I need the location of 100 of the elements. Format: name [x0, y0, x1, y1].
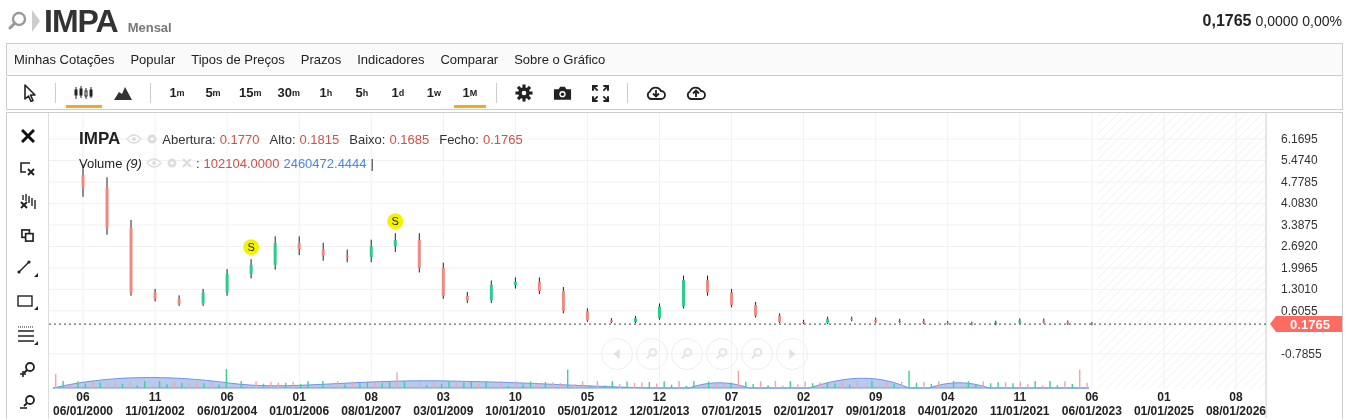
date-axis-label: 04/01/2020 [917, 404, 978, 418]
candlestick [249, 258, 253, 279]
month-axis-label: 02 [796, 390, 811, 404]
volume-value: 2460472.4444 [283, 155, 367, 171]
download-icon[interactable] [645, 85, 666, 101]
candlestick [1066, 319, 1070, 326]
date-axis-label: 03/01/2009 [413, 404, 474, 418]
candlestick [994, 320, 998, 326]
legend-label: Fecho: [439, 131, 479, 147]
price-axis-label: 4.7785 [1281, 174, 1318, 189]
signal-marker[interactable]: S [243, 239, 260, 256]
price-axis-label: 1.9965 [1281, 260, 1318, 275]
last-price-tag: 0.1765 [1270, 316, 1342, 333]
interval-button[interactable]: 1$^{m}$ [161, 78, 193, 108]
close-icon[interactable] [20, 128, 35, 143]
legend-value: 0.1765 [482, 131, 523, 147]
price-axis-label: 1.3010 [1281, 282, 1318, 297]
legend-label: Alto: [269, 131, 296, 147]
candlestick [177, 294, 181, 307]
interval-button[interactable]: 5$^{h}$ [345, 78, 378, 108]
menu-item[interactable]: Popular [130, 52, 176, 67]
candlestick [633, 315, 637, 324]
candlestick [1042, 318, 1046, 324]
text-cursor: | [370, 155, 374, 171]
candlestick [706, 275, 710, 297]
date-axis-label: 08/01/2026 [1205, 404, 1266, 418]
month-axis-label: 12 [652, 390, 667, 404]
month-axis-label: 06 [76, 390, 90, 404]
zoom-in-icon[interactable] [19, 360, 36, 377]
candlestick [369, 239, 373, 263]
candlestick [970, 321, 974, 326]
candlestick [393, 232, 397, 253]
candlestick [465, 291, 469, 304]
candlestick [489, 280, 493, 304]
period-label: Mensal [127, 19, 172, 35]
date-axis-label: 12/01/2013 [629, 404, 690, 418]
month-axis-label: 01 [1157, 390, 1171, 404]
upload-icon[interactable] [685, 85, 706, 101]
annotation: S [391, 215, 399, 228]
interval-button[interactable]: 1$^{d}$ [381, 78, 414, 108]
date-axis-label: 01/01/2006 [269, 404, 330, 418]
month-axis-label: 04 [941, 390, 955, 404]
horizontal-lines-icon[interactable] [16, 325, 39, 346]
candlestick [345, 249, 349, 263]
rectangle-tool-icon[interactable] [16, 293, 39, 312]
interval-button[interactable]: 1$^{M}$ [453, 78, 486, 108]
candlestick [609, 317, 613, 324]
date-axis-label: 10/01/2010 [485, 404, 546, 418]
menu-item[interactable]: Prazos [300, 52, 342, 67]
candlestick [898, 318, 902, 324]
price-axis-label: 0.6055 [1281, 303, 1318, 318]
price-axis-label: 2.6920 [1281, 239, 1318, 254]
price-axis-label: 5.4740 [1281, 153, 1318, 168]
month-axis-label: 11 [1013, 390, 1027, 404]
bars-remove-icon[interactable] [19, 194, 36, 211]
menu-item[interactable]: Comparar [440, 52, 499, 67]
candlestick [273, 235, 277, 271]
candlestick [201, 288, 205, 307]
price-change: 0,0000 [1255, 13, 1299, 29]
candlestick [778, 312, 782, 324]
month-axis-label: 09 [869, 390, 883, 404]
signal-marker[interactable]: S [387, 213, 404, 230]
fullscreen-icon[interactable] [591, 84, 609, 102]
legend-label: Baixo: [349, 131, 386, 147]
candlestick [802, 319, 806, 325]
month-axis-label: 05 [580, 390, 595, 404]
interval-button[interactable]: 15$^{m}$ [233, 78, 268, 108]
search-icon[interactable] [8, 11, 28, 31]
candlestick [754, 301, 758, 319]
menu-item[interactable]: Sobre o Gráfico [514, 52, 606, 67]
area-chart-icon [114, 85, 132, 100]
date-axis-label: 05/01/2012 [557, 404, 618, 418]
date-axis-label: 09/01/2018 [845, 404, 906, 418]
line-tool-icon[interactable] [16, 259, 39, 278]
price-axis-label: 3.3875 [1281, 217, 1318, 232]
menu-item[interactable]: Minhas Cotações [14, 52, 115, 67]
selection-remove-icon[interactable] [19, 162, 36, 176]
volume-label: Volume (9) [79, 155, 142, 171]
menu-item[interactable]: Indicadores [357, 52, 425, 67]
candlestick [850, 316, 854, 322]
magnifier-icon [750, 347, 764, 361]
clone-icon[interactable] [21, 229, 34, 243]
interval-button[interactable]: 1$^{w}$ [417, 78, 450, 108]
candlestick [225, 268, 229, 297]
interval-button[interactable]: 5$^{m}$ [197, 78, 229, 108]
zoom-out-icon[interactable] [19, 394, 36, 411]
percent-change: 0,00% [1302, 13, 1342, 29]
legend-label: Abertura: [162, 131, 216, 147]
camera-icon[interactable] [552, 85, 572, 101]
candlestick [417, 232, 421, 273]
settings-icon[interactable] [514, 84, 533, 102]
legend-symbol: IMPA [79, 129, 121, 149]
pointer-icon[interactable] [23, 84, 37, 102]
menu-item[interactable]: Tipos de Preços [191, 52, 285, 67]
interval-button[interactable]: 1$^{h}$ [309, 78, 342, 108]
zoom-out-icon [680, 347, 694, 361]
interval-button[interactable]: 30$^{m}$ [271, 78, 306, 108]
candlestick [826, 316, 830, 325]
candlestick [297, 235, 301, 256]
candlestick [105, 176, 109, 236]
